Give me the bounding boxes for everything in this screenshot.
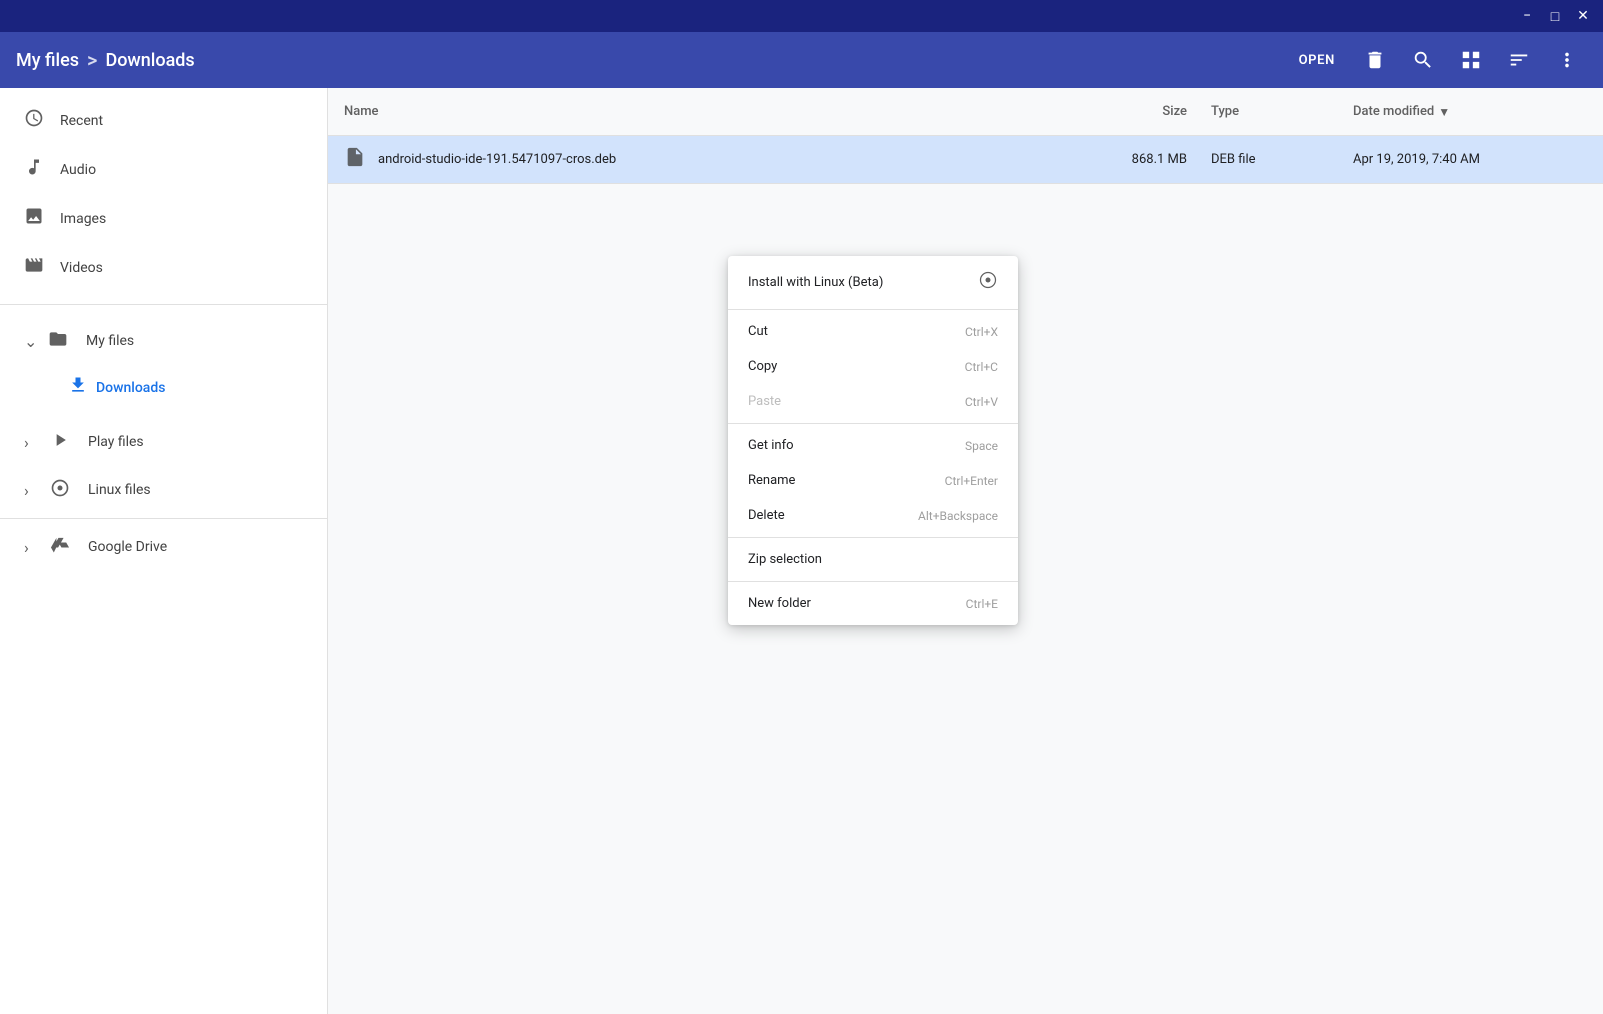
- file-type: DEB file: [1187, 152, 1337, 167]
- sidebar-divider-1: [0, 304, 327, 305]
- newfolder-shortcut: Ctrl+E: [966, 597, 998, 611]
- table-header: Name Size Type Date modified ▼: [328, 88, 1603, 136]
- main-layout: Recent Audio Images Videos: [0, 88, 1603, 1014]
- minimize-button[interactable]: −: [1515, 4, 1539, 28]
- breadcrumb-separator: >: [87, 48, 97, 72]
- expand-arrow-play: ›: [24, 433, 40, 452]
- more-button[interactable]: [1547, 40, 1587, 80]
- sidebar-item-audio[interactable]: Audio: [0, 145, 327, 194]
- cut-label: Cut: [748, 324, 768, 339]
- maximize-button[interactable]: □: [1543, 4, 1567, 28]
- play-files-label: Play files: [88, 434, 144, 450]
- header: My files > Downloads OPEN: [0, 32, 1603, 88]
- install-label: Install with Linux (Beta): [748, 275, 883, 290]
- sidebar-item-audio-label: Audio: [60, 162, 303, 178]
- context-menu-delete[interactable]: Delete Alt+Backspace: [728, 498, 1018, 533]
- images-icon: [24, 206, 44, 231]
- open-button[interactable]: OPEN: [1287, 47, 1347, 74]
- view-button[interactable]: [1451, 40, 1491, 80]
- newfolder-label: New folder: [748, 596, 811, 611]
- sidebar-item-play-files[interactable]: › Play files: [0, 418, 327, 466]
- column-date[interactable]: Date modified ▼: [1337, 104, 1587, 119]
- sidebar-shortcuts: Recent Audio Images Videos: [0, 88, 327, 300]
- breadcrumb: My files > Downloads: [16, 48, 1287, 72]
- paste-label: Paste: [748, 394, 781, 409]
- downloads-label: Downloads: [96, 380, 165, 396]
- column-name[interactable]: Name: [344, 104, 1067, 119]
- context-divider-2: [728, 423, 1018, 424]
- context-divider-1: [728, 309, 1018, 310]
- expand-arrow-my-files: ⌄: [24, 332, 40, 351]
- rename-shortcut: Ctrl+Enter: [945, 474, 998, 488]
- context-menu-zip[interactable]: Zip selection: [728, 542, 1018, 577]
- sidebar-item-videos-label: Videos: [60, 260, 303, 276]
- delete-shortcut: Alt+Backspace: [918, 509, 998, 523]
- sidebar-item-recent[interactable]: Recent: [0, 96, 327, 145]
- sidebar: Recent Audio Images Videos: [0, 88, 328, 1014]
- getinfo-shortcut: Space: [965, 439, 998, 453]
- context-divider-3: [728, 537, 1018, 538]
- linux-files-label: Linux files: [88, 482, 151, 498]
- sidebar-item-images[interactable]: Images: [0, 194, 327, 243]
- cut-shortcut: Ctrl+X: [965, 325, 998, 339]
- header-actions: OPEN: [1287, 40, 1587, 80]
- context-menu-rename[interactable]: Rename Ctrl+Enter: [728, 463, 1018, 498]
- copy-shortcut: Ctrl+C: [965, 360, 998, 374]
- context-menu-copy[interactable]: Copy Ctrl+C: [728, 349, 1018, 384]
- videos-icon: [24, 255, 44, 280]
- sidebar-item-my-files[interactable]: ⌄ My files: [0, 317, 327, 365]
- audio-icon: [24, 157, 44, 182]
- sidebar-item-videos[interactable]: Videos: [0, 243, 327, 292]
- context-divider-4: [728, 581, 1018, 582]
- breadcrumb-root[interactable]: My files: [16, 50, 79, 71]
- table-row[interactable]: android-studio-ide-191.5471097-cros.deb …: [328, 136, 1603, 184]
- sidebar-item-images-label: Images: [60, 211, 303, 227]
- sidebar-item-google-drive[interactable]: › Google Drive: [0, 523, 327, 571]
- file-name: android-studio-ide-191.5471097-cros.deb: [378, 152, 1067, 167]
- download-icon: [68, 375, 88, 400]
- title-bar: − □ ✕: [0, 0, 1603, 32]
- breadcrumb-current[interactable]: Downloads: [105, 50, 194, 71]
- google-drive-label: Google Drive: [88, 539, 167, 555]
- sort-arrow-icon: ▼: [1438, 105, 1450, 119]
- delete-label: Delete: [748, 508, 785, 523]
- file-size: 868.1 MB: [1067, 152, 1187, 167]
- context-menu-paste: Paste Ctrl+V: [728, 384, 1018, 419]
- expand-arrow-linux: ›: [24, 481, 40, 500]
- sidebar-my-files: ⌄ My files Downloads: [0, 309, 327, 418]
- context-menu-getinfo[interactable]: Get info Space: [728, 428, 1018, 463]
- file-date: Apr 19, 2019, 7:40 AM: [1337, 152, 1587, 167]
- content: Name Size Type Date modified ▼ android-s…: [328, 88, 1603, 1014]
- context-menu-newfolder[interactable]: New folder Ctrl+E: [728, 586, 1018, 621]
- context-menu: Install with Linux (Beta) Cut Ctrl+X Cop…: [728, 256, 1018, 625]
- close-button[interactable]: ✕: [1571, 4, 1595, 28]
- sidebar-item-downloads[interactable]: Downloads: [0, 365, 327, 410]
- copy-label: Copy: [748, 359, 777, 374]
- sort-button[interactable]: [1499, 40, 1539, 80]
- context-menu-cut[interactable]: Cut Ctrl+X: [728, 314, 1018, 349]
- clock-icon: [24, 108, 44, 133]
- sidebar-divider-2: [0, 518, 327, 519]
- rename-label: Rename: [748, 473, 795, 488]
- file-icon: [344, 146, 366, 173]
- sidebar-item-linux-files[interactable]: › Linux files: [0, 466, 327, 514]
- my-files-label: My files: [86, 333, 134, 349]
- install-icon: [978, 270, 998, 295]
- paste-shortcut: Ctrl+V: [965, 395, 998, 409]
- delete-button[interactable]: [1355, 40, 1395, 80]
- zip-label: Zip selection: [748, 552, 822, 567]
- sidebar-item-recent-label: Recent: [60, 113, 303, 129]
- expand-arrow-drive: ›: [24, 538, 40, 557]
- getinfo-label: Get info: [748, 438, 794, 453]
- column-size[interactable]: Size: [1067, 104, 1187, 119]
- search-button[interactable]: [1403, 40, 1443, 80]
- context-menu-install[interactable]: Install with Linux (Beta): [728, 260, 1018, 305]
- column-type[interactable]: Type: [1187, 104, 1337, 119]
